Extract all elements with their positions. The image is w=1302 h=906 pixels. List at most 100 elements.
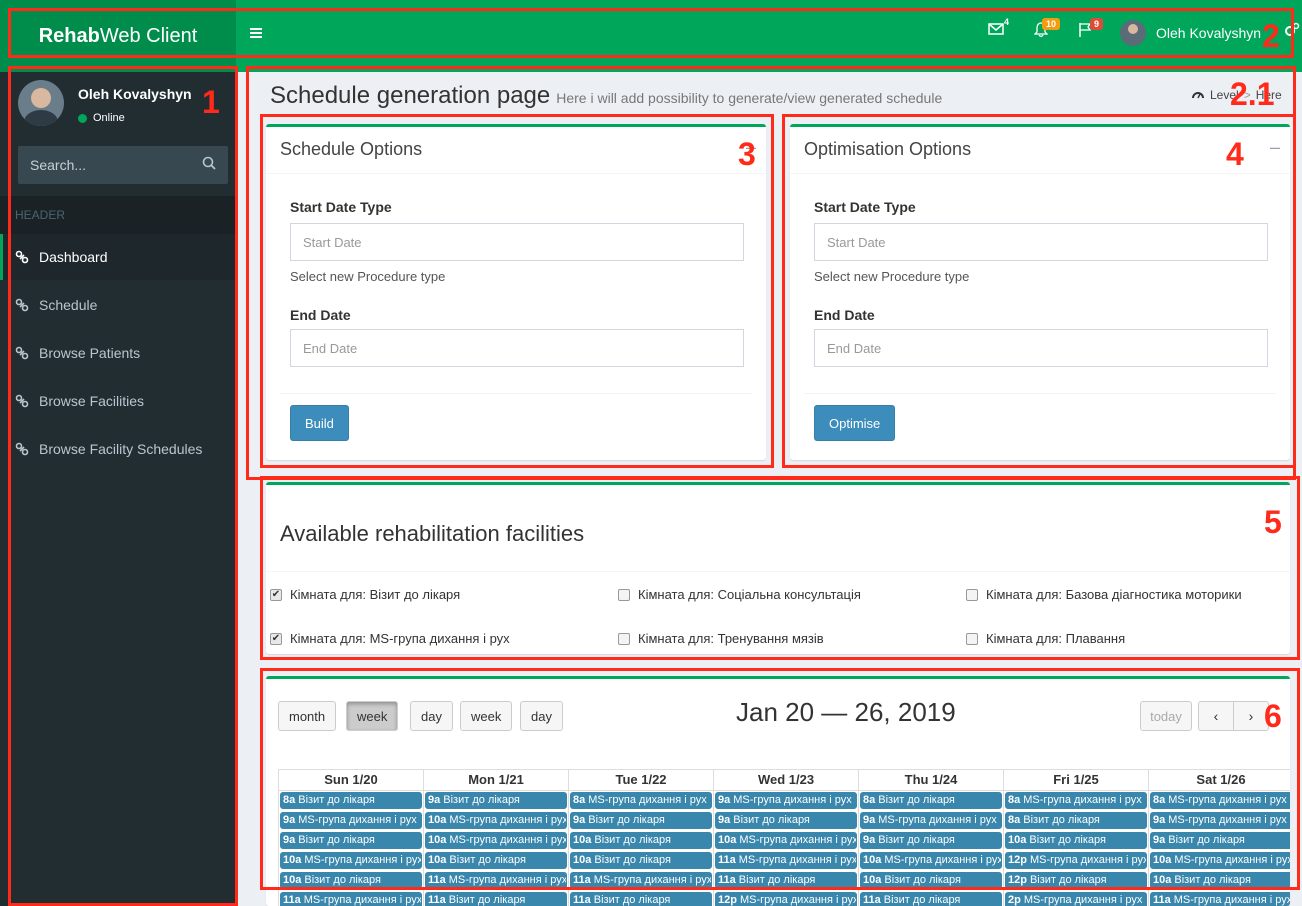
sidebar-item-browse-patients[interactable]: Browse Patients (0, 330, 236, 376)
view-day-button[interactable]: day (410, 701, 453, 731)
view-month-button[interactable]: month (278, 701, 337, 731)
calendar-event[interactable]: 10a MS-група дихання і рух (280, 852, 422, 869)
event-time: 8a (283, 794, 296, 806)
calendar-event[interactable]: 11a MS-група дихання і рух (715, 852, 857, 869)
calendar-event[interactable]: 10a Візит до лікаря (280, 872, 422, 889)
checkbox-checked-icon[interactable]: ✔ (270, 588, 282, 601)
calendar-event[interactable]: 10a Візит до лікаря (570, 852, 712, 869)
calendar-event[interactable]: 10a MS-група дихання і рух (715, 832, 857, 849)
calendar-event[interactable]: 11a Візит до лікаря (425, 892, 567, 906)
calendar-event[interactable]: 10a Візит до лікаря (570, 832, 712, 849)
event-title: Візит до лікаря (883, 894, 961, 906)
calendar-day-column: 8a MS-група дихання і рух 9a Візит до лікар… (569, 791, 714, 906)
user-status-text: Online (93, 112, 125, 124)
calendar-event[interactable]: 11a Візит до лікаря (570, 892, 712, 906)
calendar-event[interactable]: 12p MS-група дихання і рух (1005, 852, 1147, 869)
calendar-event[interactable]: 11a Візит до лікаря (715, 872, 857, 889)
event-time: 10a (573, 834, 592, 846)
event-time: 11a (863, 894, 881, 906)
calendar-event[interactable]: 8a MS-група дихання і рух (570, 792, 712, 809)
event-title: MS-група дихання і рух (1023, 894, 1143, 906)
checkbox-icon[interactable] (618, 632, 630, 645)
calendar-day-header: Mon 1/21 (424, 770, 569, 790)
sidebar-item-browse-facilities[interactable]: Browse Facilities (0, 378, 236, 424)
search-input[interactable] (18, 146, 188, 184)
event-time: 10a (428, 834, 447, 846)
calendar-event[interactable]: 11a Візит до лікаря (860, 892, 1002, 906)
calendar-event[interactable]: 9a Візит до лікаря (1150, 832, 1290, 849)
checkbox-checked-icon[interactable]: ✔ (270, 632, 282, 645)
facility-checkbox-ms-group[interactable]: ✔ Кімната для: MS-група дихання і рух (270, 631, 510, 646)
calendar-event[interactable]: 8a MS-група дихання і рух (1150, 792, 1290, 809)
facility-checkbox-muscle-training[interactable]: Кімната для: Тренування мязів (618, 631, 824, 646)
calendar-event[interactable]: 10a MS-група дихання і рух (860, 852, 1002, 869)
event-title: MS-група дихання і рух (1029, 854, 1147, 866)
calendar-event[interactable]: 12p Візит до лікаря (1005, 872, 1147, 889)
facility-checkbox-social-consultation[interactable]: Кімната для: Соціальна консультація (618, 587, 861, 602)
sidebar-toggle-icon[interactable] (250, 24, 268, 48)
event-time: 8a (573, 794, 586, 806)
checkbox-icon[interactable] (966, 588, 978, 601)
calendar-event[interactable]: 9a Візит до лікаря (570, 812, 712, 829)
calendar-event[interactable]: 9a MS-група дихання і рух (1150, 812, 1290, 829)
calendar-event[interactable]: 11a MS-група дихання і рух (1150, 892, 1290, 906)
end-date-input[interactable] (290, 329, 744, 367)
search-icon[interactable] (202, 156, 216, 170)
calendar-event[interactable]: 10a Візит до лікаря (860, 872, 1002, 889)
calendar-event[interactable]: 11a MS-група дихання і рух (280, 892, 422, 906)
checkbox-icon[interactable] (966, 632, 978, 645)
start-date-input[interactable] (814, 223, 1268, 261)
calendar-event[interactable]: 12p MS-група дихання і рух (715, 892, 857, 906)
user-avatar (18, 80, 64, 126)
calendar-event[interactable]: 8a Візит до лікаря (860, 792, 1002, 809)
app-logo[interactable]: Rehab Web Client (0, 0, 236, 72)
event-title: MS-група дихання і рух (303, 894, 422, 906)
calendar-event[interactable]: 2p MS-група дихання і рух (1005, 892, 1147, 906)
calendar-event[interactable]: 9a Візит до лікаря (860, 832, 1002, 849)
calendar-event[interactable]: 11a MS-група дихання і рух (425, 872, 567, 889)
gears-icon[interactable] (1284, 22, 1300, 43)
facility-checkbox-doctor-visit[interactable]: ✔ Кімната для: Візит до лікаря (270, 587, 460, 602)
sidebar-item-schedule[interactable]: Schedule (0, 282, 236, 328)
optimise-button[interactable]: Optimise (814, 405, 896, 441)
view-week-button[interactable]: week (346, 701, 399, 731)
facility-checkbox-motor-diagnostics[interactable]: Кімната для: Базова діагностика моторики (966, 587, 1242, 602)
sidebar-item-browse-facility-schedules[interactable]: Browse Facility Schedules (0, 426, 236, 472)
calendar-event[interactable]: 9a MS-група дихання і рух (715, 792, 857, 809)
calendar-day-header: Wed 1/23 (714, 770, 859, 790)
calendar-event[interactable]: 10a MS-група дихання і рух (1150, 852, 1290, 869)
calendar-event[interactable]: 10a MS-група дихання і рух (425, 812, 567, 829)
calendar-event[interactable]: 8a Візит до лікаря (280, 792, 422, 809)
start-date-input[interactable] (290, 223, 744, 261)
facility-label: Кімната для: Базова діагностика моторики (986, 587, 1242, 602)
user-menu[interactable]: Oleh Kovalyshyn (1120, 20, 1261, 46)
calendar-event[interactable]: 10a Візит до лікаря (425, 852, 567, 869)
calendar-event[interactable]: 10a Візит до лікаря (1150, 872, 1290, 889)
facility-checkbox-swimming[interactable]: Кімната для: Плавання (966, 631, 1125, 646)
calendar-event[interactable]: 9a MS-група дихання і рух (860, 812, 1002, 829)
calendar-event[interactable]: 9a Візит до лікаря (425, 792, 567, 809)
calendar-event[interactable]: 8a Візит до лікаря (1005, 812, 1147, 829)
dashboard-icon (1192, 89, 1204, 101)
calendar-event[interactable]: 10a MS-група дихання і рух (425, 832, 567, 849)
event-time: 10a (863, 854, 882, 866)
calendar-event[interactable]: 8a MS-група дихання і рух (1005, 792, 1147, 809)
main-sidebar: Oleh Kovalyshyn Online HEADER Dashboard … (0, 72, 236, 906)
end-date-input[interactable] (814, 329, 1268, 367)
view-list-week-button[interactable]: week (460, 701, 513, 731)
sidebar-item-dashboard[interactable]: Dashboard (0, 234, 236, 280)
calendar-event[interactable]: 9a Візит до лікаря (715, 812, 857, 829)
prev-week-button[interactable]: ‹ (1198, 701, 1234, 731)
view-list-day-button[interactable]: day (520, 701, 563, 731)
collapse-icon[interactable]: – (1270, 137, 1280, 158)
calendar-event[interactable]: 11a MS-група дихання і рух (570, 872, 712, 889)
sidebar-header: HEADER (0, 196, 236, 234)
calendar-day-column: 8a MS-група дихання і рух 8a Візит до лікар… (1004, 791, 1149, 906)
checkbox-icon[interactable] (618, 588, 630, 601)
event-title: MS-група дихання і рух (1173, 894, 1290, 906)
build-button[interactable]: Build (290, 405, 349, 441)
calendar-event[interactable]: 9a MS-група дихання і рух (280, 812, 422, 829)
calendar-event[interactable]: 9a Візит до лікаря (280, 832, 422, 849)
today-button[interactable]: today (1140, 701, 1192, 731)
calendar-event[interactable]: 10a Візит до лікаря (1005, 832, 1147, 849)
